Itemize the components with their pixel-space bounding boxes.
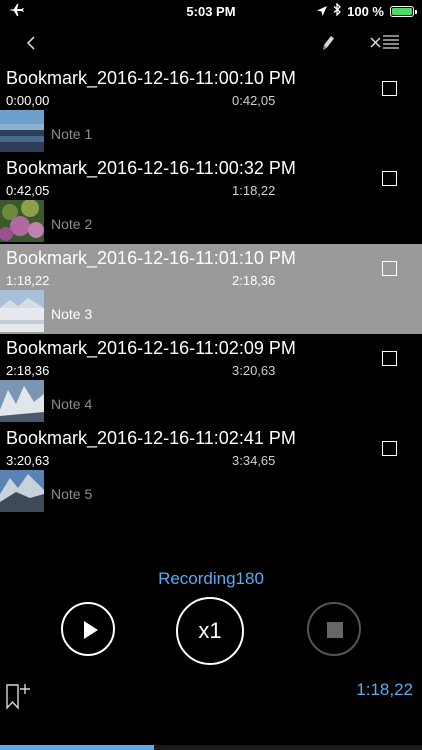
bookmark-checkbox[interactable] [382, 261, 397, 276]
pencil-icon[interactable] [316, 32, 338, 54]
bookmark-start-time: 1:18,22 [6, 273, 50, 288]
chevron-left-icon[interactable] [22, 32, 42, 54]
bookmark-row[interactable]: Bookmark_2016-12-16-11:02:41 PM 3:20,63 … [0, 424, 422, 514]
bookmark-title: Bookmark_2016-12-16-11:00:32 PM [6, 158, 296, 178]
bookmark-title: Bookmark_2016-12-16-11:01:10 PM [6, 248, 296, 268]
bookmark-add-icon[interactable] [5, 683, 35, 713]
progress-fill [0, 745, 155, 750]
bookmark-list: Bookmark_2016-12-16-11:00:10 PM 0:00,00 … [0, 64, 422, 514]
bluetooth-icon [333, 2, 342, 19]
battery-text: 100 % [347, 3, 384, 19]
stop-button[interactable] [307, 602, 361, 656]
bookmark-checkbox[interactable] [382, 441, 397, 456]
close-list-icon[interactable] [368, 32, 402, 54]
play-button[interactable] [61, 602, 115, 656]
bookmark-note: Note 3 [51, 306, 93, 322]
bookmark-start-time: 3:20,63 [6, 453, 50, 468]
bookmark-checkbox[interactable] [382, 81, 397, 96]
bookmark-start-time: 0:42,05 [6, 183, 50, 198]
bookmark-thumbnail [0, 290, 44, 332]
bookmark-title: Bookmark_2016-12-16-11:00:10 PM [6, 68, 296, 88]
progress-bar[interactable] [0, 745, 422, 750]
battery-icon [390, 5, 417, 17]
bookmark-note: Note 5 [51, 486, 93, 502]
bookmark-end-time: 2:18,36 [232, 273, 276, 288]
recording-name: Recording180 [158, 569, 264, 588]
bookmark-end-time: 3:34,65 [232, 453, 276, 468]
bookmark-title: Bookmark_2016-12-16-11:02:09 PM [6, 338, 296, 358]
playback-position: 1:18,22 [356, 680, 413, 699]
bookmark-checkbox[interactable] [382, 351, 397, 366]
bookmark-thumbnail [0, 110, 44, 152]
bookmark-end-time: 0:42,05 [232, 93, 276, 108]
bookmark-row[interactable]: Bookmark_2016-12-16-11:02:09 PM 2:18,36 … [0, 334, 422, 424]
nav-bar [0, 22, 422, 64]
speed-label: x1 [198, 618, 222, 643]
speed-button[interactable]: x1 [176, 597, 244, 665]
bookmark-start-time: 0:00,00 [6, 93, 50, 108]
bookmark-row[interactable]: Bookmark_2016-12-16-11:00:32 PM 0:42,05 … [0, 154, 422, 244]
bookmark-row[interactable]: Bookmark_2016-12-16-11:00:10 PM 0:00,00 … [0, 64, 422, 154]
bookmark-thumbnail [0, 470, 44, 512]
bookmark-thumbnail [0, 380, 44, 422]
bookmark-end-time: 3:20,63 [232, 363, 276, 378]
bookmark-row-selected[interactable]: Bookmark_2016-12-16-11:01:10 PM 1:18,22 … [0, 244, 422, 334]
bookmark-note: Note 2 [51, 216, 93, 232]
bookmark-checkbox[interactable] [382, 171, 397, 186]
bookmark-title: Bookmark_2016-12-16-11:02:41 PM [6, 428, 296, 448]
bookmark-note: Note 1 [51, 126, 93, 142]
bookmark-end-time: 1:18,22 [232, 183, 276, 198]
bookmark-thumbnail [0, 200, 44, 242]
location-arrow-icon [317, 4, 328, 19]
status-bar: 5:03 PM 100 % [0, 0, 422, 22]
play-icon [84, 621, 98, 639]
stop-icon [327, 622, 343, 638]
bookmark-note: Note 4 [51, 396, 93, 412]
bookmark-start-time: 2:18,36 [6, 363, 50, 378]
